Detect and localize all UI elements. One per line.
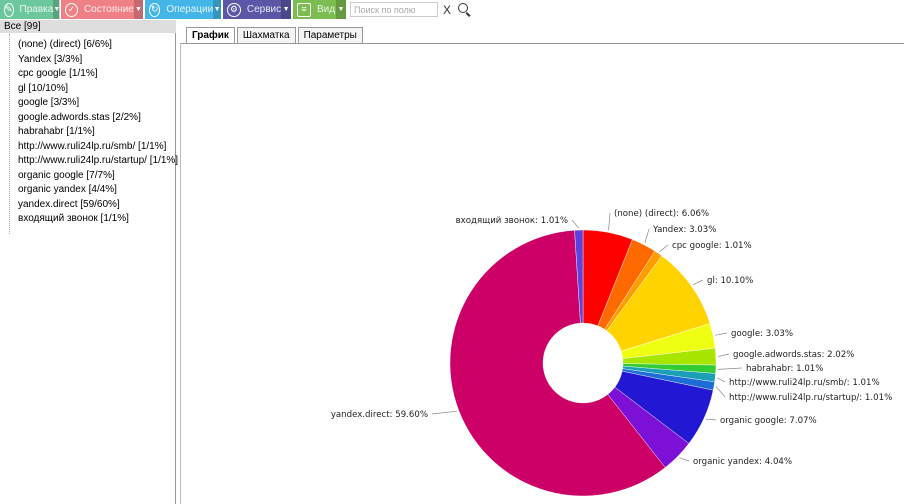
slice-label: organic yandex: 4.04%	[693, 457, 792, 467]
slice-label: gl: 10.10%	[707, 276, 753, 286]
leader-line	[715, 332, 728, 336]
slice-label: google.adwords.stas: 2.02%	[733, 350, 854, 360]
leader-line	[717, 377, 726, 383]
slice-label: входящий звонок: 1.01%	[456, 216, 568, 226]
leader-line	[715, 386, 726, 398]
leader-line	[679, 457, 690, 462]
slice-label: cpc google: 1.01%	[672, 241, 752, 251]
leader-line	[431, 410, 457, 415]
leader-line	[608, 212, 611, 231]
leader-line	[692, 279, 704, 285]
leader-line	[717, 367, 743, 370]
leader-line	[571, 219, 579, 229]
leader-line	[717, 353, 730, 357]
leader-line	[705, 418, 717, 421]
slice-label: habrahabr: 1.01%	[746, 364, 823, 374]
slice-label: google: 3.03%	[731, 329, 793, 339]
slice-label: organic google: 7.07%	[720, 416, 817, 426]
leader-line	[659, 244, 669, 253]
pie-chart: (none) (direct): 6.06% Yandex: 3.03% cpc g…	[331, 209, 892, 497]
slice-label: http://www.ruli24lp.ru/startup/: 1.01%	[729, 393, 892, 403]
leader-line	[644, 228, 650, 244]
slice-label: Yandex: 3.03%	[652, 225, 716, 235]
slice-label: http://www.ruli24lp.ru/smb/: 1.01%	[729, 378, 880, 388]
slice-label: (none) (direct): 6.06%	[614, 209, 709, 219]
slice-label: yandex.direct: 59.60%	[331, 410, 428, 420]
